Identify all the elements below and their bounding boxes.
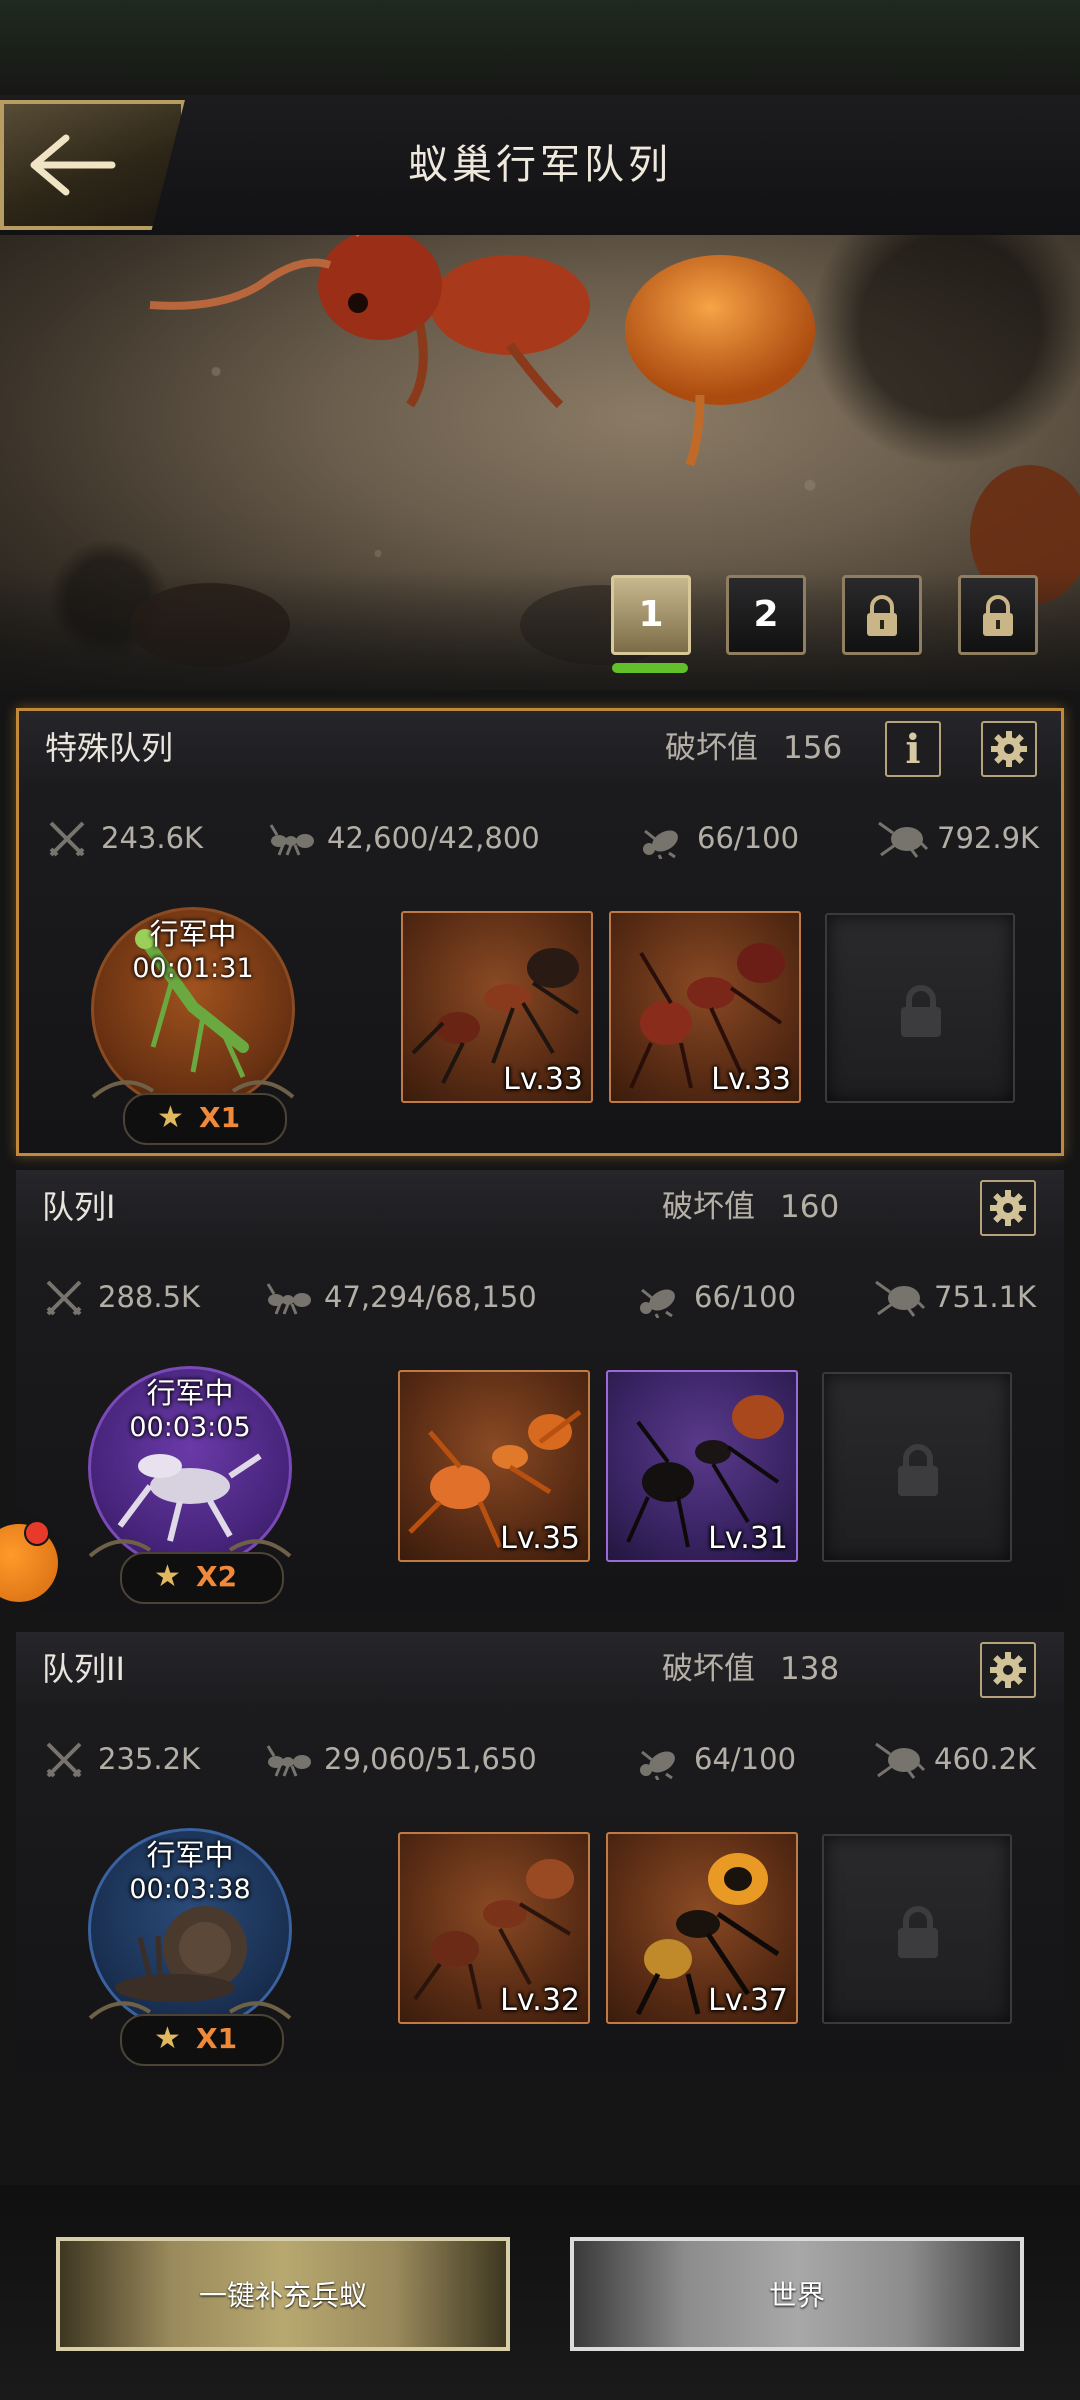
star-icon: ★ <box>154 1559 181 1594</box>
damage-label: 破坏值 <box>662 1189 755 1225</box>
unit-level: Lv.31 <box>708 1521 788 1556</box>
lock-icon <box>901 985 941 1037</box>
unit-slot-1[interactable]: Lv.33 <box>401 911 593 1103</box>
damage-label: 破坏值 <box>662 1651 755 1687</box>
page-button-1[interactable]: 1 <box>611 575 691 655</box>
crossed-swords-icon <box>49 821 85 857</box>
load-stat: 66/100 <box>636 1272 806 1322</box>
march-timer: 00:01:31 <box>132 953 254 984</box>
gear-icon <box>990 1190 1026 1226</box>
load-stat: 66/100 <box>639 813 809 863</box>
march-status: 行军中 <box>146 1838 234 1872</box>
march-timer: 00:03:05 <box>129 1412 251 1443</box>
unit-level: Lv.37 <box>708 1983 788 2018</box>
top-status-strip <box>0 0 1080 95</box>
commander-portrait[interactable]: 行军中 00:03:38 ★ X1 <box>80 1818 300 2068</box>
beetle-icon <box>640 1288 675 1318</box>
unit-slot-2[interactable]: Lv.31 <box>606 1370 798 1562</box>
page-button-locked-4[interactable] <box>958 575 1038 655</box>
lock-icon <box>983 595 1013 636</box>
power-stat: 751.1K <box>874 1272 1064 1322</box>
unit-level: Lv.33 <box>711 1062 791 1097</box>
unit-level: Lv.32 <box>500 1983 580 2018</box>
damage-value: 160 <box>780 1189 840 1225</box>
troops-stat: 42,600/42,800 <box>269 813 569 863</box>
ant-head-icon <box>875 1742 926 1779</box>
star-badge: ★ X1 <box>123 1093 287 1145</box>
commander-portrait[interactable]: 行军中 00:03:05 ★ X2 <box>80 1356 300 1606</box>
unit-slot-2[interactable]: Lv.33 <box>609 911 801 1103</box>
locked-slot[interactable] <box>825 913 1015 1103</box>
lock-icon <box>867 595 897 636</box>
info-button[interactable]: i <box>885 721 941 777</box>
gear-icon <box>991 731 1027 767</box>
march-status: 行军中 <box>146 1376 234 1410</box>
queue-name: 队列I <box>42 1188 116 1226</box>
troops-stat: 47,294/68,150 <box>266 1272 566 1322</box>
troops-stat: 29,060/51,650 <box>266 1734 566 1784</box>
lock-icon <box>898 1444 938 1496</box>
world-button[interactable]: 世界 <box>570 2237 1024 2351</box>
attack-stat: 288.5K <box>44 1272 244 1322</box>
page-button-2[interactable]: 2 <box>726 575 806 655</box>
load-stat: 64/100 <box>636 1734 806 1784</box>
unit-slot-1[interactable]: Lv.32 <box>398 1832 590 2024</box>
info-icon: i <box>905 725 921 773</box>
star-icon: ★ <box>157 1100 184 1135</box>
lock-icon <box>898 1906 938 1958</box>
damage-label: 破坏值 <box>665 730 758 766</box>
star-badge: ★ X2 <box>120 1552 284 1604</box>
attack-stat: 243.6K <box>47 813 247 863</box>
power-stat: 460.2K <box>874 1734 1064 1784</box>
locked-slot[interactable] <box>822 1834 1012 2024</box>
star-icon: ★ <box>154 2021 181 2056</box>
march-status: 行军中 <box>149 917 237 951</box>
ant-icon <box>269 824 314 856</box>
ant-head-icon <box>878 821 929 858</box>
notification-dot <box>24 1520 50 1546</box>
ant-head-icon <box>875 1280 926 1317</box>
power-stat: 792.9K <box>877 813 1067 863</box>
damage-value: 138 <box>780 1651 840 1687</box>
settings-button[interactable] <box>980 1180 1036 1236</box>
damage-value: 156 <box>783 730 843 766</box>
queue-header <box>16 1632 1064 1706</box>
crossed-swords-icon <box>46 1742 82 1778</box>
settings-button[interactable] <box>981 721 1037 777</box>
beetle-icon <box>640 1750 675 1780</box>
queue-header <box>16 1170 1064 1244</box>
unit-level: Lv.35 <box>500 1521 580 1556</box>
locked-slot[interactable] <box>822 1372 1012 1562</box>
arrow-left-icon <box>30 134 116 196</box>
beetle-icon <box>643 829 678 859</box>
queue-name: 特殊队列 <box>45 729 174 767</box>
attack-stat: 235.2K <box>44 1734 244 1784</box>
queue-panel-1: 队列I 破坏值 160 288.5K 47,294/68,150 66/100 <box>16 1170 1064 1610</box>
refill-troops-button[interactable]: 一键补充兵蚁 <box>56 2237 510 2351</box>
page-button-locked-3[interactable] <box>842 575 922 655</box>
crossed-swords-icon <box>46 1280 82 1316</box>
commander-portrait[interactable]: 行军中 00:01:31 ★ X1 <box>83 897 303 1147</box>
ant-icon <box>266 1745 311 1777</box>
march-timer: 00:03:38 <box>129 1874 251 1905</box>
queue-name: 队列II <box>42 1650 125 1688</box>
active-page-indicator <box>612 663 688 673</box>
unit-slot-2[interactable]: Lv.37 <box>606 1832 798 2024</box>
star-badge: ★ X1 <box>120 2014 284 2066</box>
unit-level: Lv.33 <box>503 1062 583 1097</box>
gear-icon <box>990 1652 1026 1688</box>
queue-panel-special: 特殊队列 破坏值 156 i 243.6K 42,600/42,800 66/1… <box>16 708 1064 1156</box>
queue-panel-2: 队列II 破坏值 138 235.2K 29,060/51,650 64/100 <box>16 1632 1064 2072</box>
ant-icon <box>266 1283 311 1315</box>
settings-button[interactable] <box>980 1642 1036 1698</box>
unit-slot-1[interactable]: Lv.35 <box>398 1370 590 1562</box>
